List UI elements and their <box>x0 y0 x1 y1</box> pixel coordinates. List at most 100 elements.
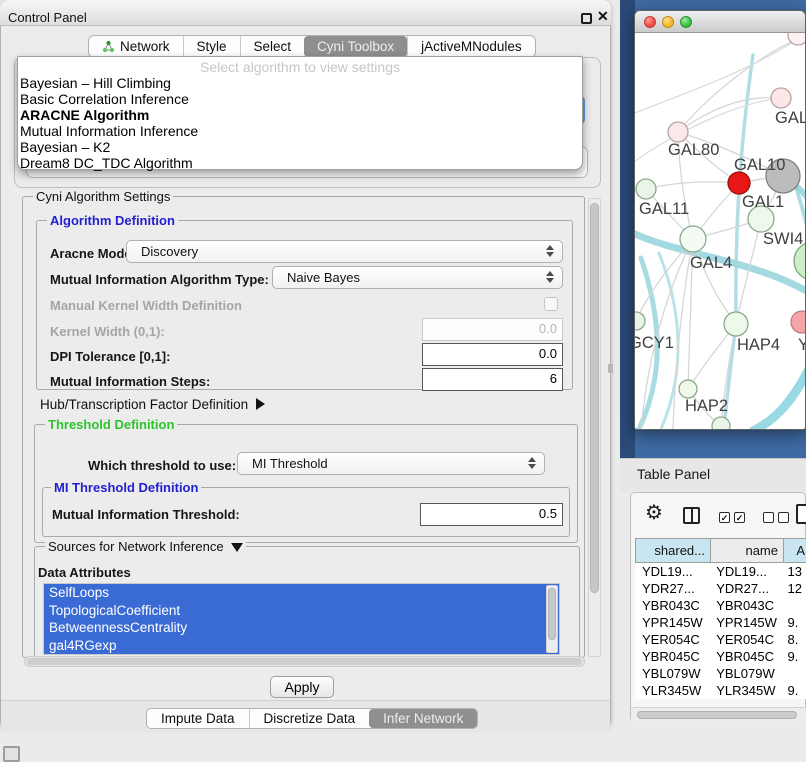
threshold-definition-title: Threshold Definition <box>45 417 177 432</box>
network-window[interactable]: GALGAL80GAL10GAL1GAL11SWI4GAL4GCY1HAP4YH… <box>634 10 806 430</box>
table-row[interactable]: YER054CYER054C8. <box>635 631 806 648</box>
table-cell: 13 <box>781 563 806 580</box>
tab-impute-data[interactable]: Impute Data <box>147 709 249 728</box>
checked-checkbox-icon[interactable]: ✓ <box>734 512 745 523</box>
network-node-hap4[interactable] <box>724 312 748 336</box>
apply-button[interactable]: Apply <box>270 676 334 698</box>
table-row[interactable]: YBL079WYBL079W <box>635 665 806 682</box>
table-hscrollbar[interactable] <box>631 707 806 722</box>
network-node-gal4[interactable] <box>680 226 706 252</box>
attributes-scrollbar[interactable] <box>546 585 558 653</box>
column-header-shared[interactable]: shared... <box>635 538 711 563</box>
tab-style[interactable]: Style <box>183 36 240 57</box>
mi-threshold-group-title: MI Threshold Definition <box>51 480 201 495</box>
table-cell: 8. <box>781 631 806 648</box>
dpi-tolerance-field[interactable]: 0.0 <box>422 343 563 366</box>
dpi-tolerance-label: DPI Tolerance [0,1]: <box>50 349 170 364</box>
network-node-gal[interactable] <box>771 88 791 108</box>
mac-minimize-icon[interactable] <box>662 16 674 28</box>
mac-zoom-icon[interactable] <box>680 16 692 28</box>
table-row[interactable]: YBR045CYBR045C9. <box>635 648 806 665</box>
tab-label: Select <box>254 39 292 54</box>
table-cell: YPR145W <box>635 614 709 631</box>
settings-hscrollbar[interactable] <box>24 656 585 667</box>
network-window-titlebar[interactable] <box>635 11 805 33</box>
tab-network[interactable]: Network <box>89 36 183 57</box>
algorithm-option-bayesian-hill-climbing[interactable]: Bayesian – Hill Climbing <box>20 75 580 91</box>
network-node-gal11[interactable] <box>636 179 656 199</box>
network-node-label: GAL10 <box>734 156 785 174</box>
float-window-icon[interactable] <box>581 13 592 24</box>
table-cell: YBR045C <box>709 648 780 665</box>
mi-threshold-field[interactable]: 0.5 <box>420 503 563 526</box>
table-cell: YBL079W <box>709 665 780 682</box>
attribute-item-topologicalcoefficient[interactable]: TopologicalCoefficient <box>44 602 559 620</box>
which-threshold-combo[interactable]: MI Threshold <box>237 452 545 475</box>
table-row[interactable]: YBR043CYBR043C <box>635 597 806 614</box>
hub-definition-expander[interactable]: Hub/Transcription Factor Definition <box>40 397 265 412</box>
network-node[interactable] <box>712 417 730 430</box>
aracne-mode-combo[interactable]: Discovery <box>126 240 563 263</box>
splitter-handle[interactable] <box>608 364 613 373</box>
mac-close-icon[interactable] <box>644 16 656 28</box>
table-cell: YBR043C <box>635 597 709 614</box>
attribute-item-betweennesscentrality[interactable]: BetweennessCentrality <box>44 619 559 637</box>
tab-select[interactable]: Select <box>240 36 305 57</box>
algorithm-option-bayesian-k2[interactable]: Bayesian – K2 <box>20 139 580 155</box>
table-cell: YPR145W <box>709 614 780 631</box>
collapse-arrow-icon <box>231 543 243 552</box>
tab-jactivemnodules[interactable]: jActiveMNodules <box>407 36 535 57</box>
unchecked-checkbox-icon[interactable] <box>763 512 774 523</box>
close-icon[interactable]: ✕ <box>597 9 609 23</box>
checked-checkbox-icon[interactable]: ✓ <box>719 512 730 523</box>
settings-scrollbar-thumb[interactable] <box>590 203 599 593</box>
tab-infer-network[interactable]: Infer Network <box>369 709 477 728</box>
spinner-arrows-icon <box>528 457 536 469</box>
which-threshold-label: Which threshold to use: <box>88 458 236 473</box>
table-cell: 9. <box>781 614 806 631</box>
column-header-a[interactable]: A <box>784 538 806 563</box>
table-hscrollbar-thumb[interactable] <box>637 711 797 719</box>
kernel-width-field[interactable]: 0.0 <box>422 318 563 341</box>
minimized-panel-icon[interactable] <box>3 746 20 762</box>
document-icon[interactable] <box>796 504 806 524</box>
unchecked-checkbox-icon[interactable] <box>778 512 789 523</box>
control-panel-titlebar[interactable] <box>0 0 611 26</box>
network-canvas[interactable]: GALGAL80GAL10GAL1GAL11SWI4GAL4GCY1HAP4YH… <box>635 33 805 430</box>
network-node-gcy1[interactable] <box>635 312 645 330</box>
cyni-settings-title: Cyni Algorithm Settings <box>33 189 173 204</box>
attribute-item-gal4rgexp[interactable]: gal4RGexp <box>44 637 559 655</box>
tab-discretize-data[interactable]: Discretize Data <box>249 709 370 728</box>
gear-icon[interactable]: ⚙ <box>645 502 663 524</box>
tab-cyni-toolbox[interactable]: Cyni Toolbox <box>304 36 407 57</box>
table-row[interactable]: YDR27...YDR27...12 <box>635 580 806 597</box>
algorithm-option-basic-correlation-inference[interactable]: Basic Correlation Inference <box>20 91 580 107</box>
attributes-scrollbar-thumb[interactable] <box>548 588 556 640</box>
network-node-label: HAP4 <box>737 336 780 354</box>
column-view-icon[interactable] <box>683 507 700 524</box>
manual-kernel-label: Manual Kernel Width Definition <box>50 298 242 313</box>
network-node-y[interactable] <box>791 311 805 333</box>
mi-steps-label: Mutual Information Steps: <box>50 374 210 389</box>
network-node-hap2[interactable] <box>679 380 697 398</box>
mi-type-combo[interactable]: Naive Bayes <box>272 266 563 289</box>
table-row[interactable]: YPR145WYPR145W9. <box>635 614 806 631</box>
manual-kernel-checkbox[interactable] <box>544 297 558 311</box>
attribute-item-selfloops[interactable]: SelfLoops <box>44 584 559 602</box>
settings-scrollbar[interactable] <box>588 198 601 657</box>
control-panel-title: Control Panel <box>8 10 87 25</box>
column-header-name[interactable]: name <box>711 538 784 563</box>
network-node-label: GCY1 <box>635 334 674 352</box>
table-row[interactable]: YDL19...YDL19...13 <box>635 563 806 580</box>
sources-group-title[interactable]: Sources for Network Inference <box>45 539 246 554</box>
algorithm-option-mutual-information-inference[interactable]: Mutual Information Inference <box>20 123 580 139</box>
settings-hscrollbar-thumb[interactable] <box>27 658 582 665</box>
bottom-tabbar: Impute DataDiscretize DataInfer Network <box>146 708 478 729</box>
algorithm-option-dream8-dc-tdc-algorithm[interactable]: Dream8 DC_TDC Algorithm <box>20 155 580 171</box>
mi-steps-field[interactable]: 6 <box>422 368 563 391</box>
network-node[interactable] <box>728 172 750 194</box>
algorithm-option-aracne-algorithm[interactable]: ARACNE Algorithm <box>20 107 580 123</box>
table-row[interactable]: YLR345WYLR345W9. <box>635 682 806 699</box>
algorithm-popup-items: Bayesian – Hill ClimbingBasic Correlatio… <box>20 75 580 171</box>
network-node-gal80[interactable] <box>668 122 688 142</box>
